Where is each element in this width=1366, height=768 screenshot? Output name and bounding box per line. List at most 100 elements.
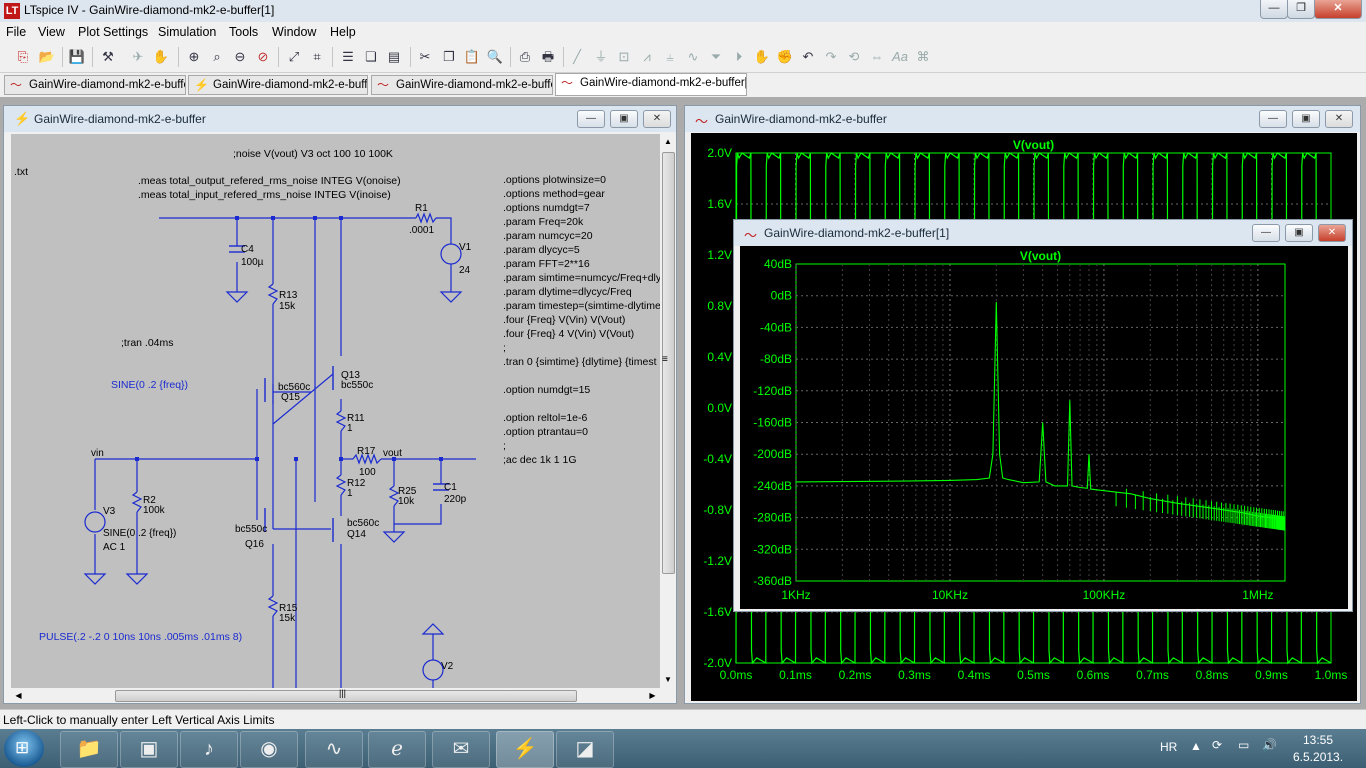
fft-plot[interactable]: 40dB 0dB -40dB -80dB -120dB -160dB -200dB -240d… — [740, 246, 1348, 609]
new-schematic-icon[interactable]: ⎘ — [14, 48, 32, 66]
component-icon[interactable]: ⏵ — [730, 48, 748, 66]
print-icon[interactable]: 🖶 — [539, 48, 557, 66]
fft-maximize-button[interactable]: ▣ — [1285, 224, 1313, 242]
redo-icon[interactable]: ↷ — [822, 48, 840, 66]
capacitor-icon[interactable]: ⫨ — [661, 48, 679, 66]
directive-line: .param numcyc=20 — [503, 230, 593, 242]
windows-start-icon[interactable]: ⊞ — [4, 730, 44, 767]
waveform-close-button[interactable]: ✕ — [1325, 110, 1353, 128]
y-tick-label: 1.6V — [707, 197, 732, 211]
display-icon[interactable]: ▭ — [1238, 738, 1249, 752]
tab-waveform-1[interactable]: 〜 GainWire-diamond-mk2-e-buffer — [4, 75, 186, 95]
schematic-canvas[interactable]: ;noise V(vout) V3 oct 100 10 100K .txt .… — [11, 134, 660, 688]
text-icon[interactable]: Aa — [891, 48, 909, 66]
notes-icon[interactable]: ✉ — [432, 731, 490, 768]
y-tick-label: -1.6V — [703, 605, 732, 619]
zoom-in-icon[interactable]: ⊕ — [185, 48, 203, 66]
tab-waveform-2[interactable]: 〜 GainWire-diamond-mk2-e-buffer — [371, 75, 553, 95]
zoom-out-icon[interactable]: ⊖ — [231, 48, 249, 66]
directive-line: ; — [503, 440, 506, 452]
zoom-cancel-icon[interactable]: ⊘ — [254, 48, 272, 66]
clock-time[interactable]: 13:55 — [1303, 733, 1333, 747]
menu-plot-settings[interactable]: Plot Settings — [78, 25, 148, 39]
fft-y-tick-label: -160dB — [753, 416, 792, 430]
cascade-icon[interactable]: ❏ — [362, 48, 380, 66]
move-icon[interactable]: ✋ — [753, 48, 771, 66]
tray-arrow-icon[interactable]: ▲ — [1190, 739, 1202, 753]
scroll-left-arrow-icon[interactable]: ◀ — [11, 688, 26, 703]
fft-minimize-button[interactable]: — — [1252, 224, 1280, 242]
schematic-drawing: ;noise V(vout) V3 oct 100 10 100K .txt .… — [14, 148, 660, 688]
menu-window[interactable]: Window — [272, 25, 316, 39]
diode-icon[interactable]: ⏷ — [707, 48, 725, 66]
fit-icon[interactable]: ⌗ — [308, 48, 326, 66]
open-folder-icon[interactable]: 📂 — [38, 48, 56, 66]
resistor-icon[interactable]: ⩘ — [638, 48, 656, 66]
svg-text:R13: R13 — [279, 290, 298, 301]
network-icon[interactable]: ⟳ — [1212, 738, 1222, 752]
menu-view[interactable]: View — [38, 25, 65, 39]
close-button[interactable]: ✕ — [1314, 0, 1362, 19]
scroll-up-arrow-icon[interactable]: ▲ — [660, 134, 676, 150]
run-icon[interactable]: ✈ — [129, 48, 147, 66]
ltspice-icon[interactable]: ⚡ — [496, 731, 554, 768]
svg-text:Q16: Q16 — [245, 539, 264, 550]
x-tick-label: 0.7ms — [1136, 668, 1169, 682]
scope-icon[interactable]: ∿ — [305, 731, 363, 768]
tab-schematic[interactable]: ⚡ GainWire-diamond-mk2-e-buffer — [188, 75, 368, 95]
label-net-icon[interactable]: ⊡ — [615, 48, 633, 66]
mirror-icon[interactable]: ⇔ — [868, 48, 886, 66]
schematic-close-button[interactable]: ✕ — [643, 110, 671, 128]
spice-directive-icon[interactable]: ⌘ — [914, 48, 932, 66]
explorer-icon[interactable]: 📁 — [60, 731, 118, 768]
tab-waveform-active[interactable]: 〜 GainWire-diamond-mk2-e-buffer[1] — [555, 73, 747, 96]
print-setup-icon[interactable]: ⎙ — [516, 48, 534, 66]
save-icon[interactable]: 💾 — [68, 48, 86, 66]
cut-icon[interactable]: ✂ — [416, 48, 434, 66]
halt-icon[interactable]: ✋ — [152, 48, 170, 66]
clock-date[interactable]: 6.5.2013. — [1293, 750, 1343, 764]
ie-icon[interactable]: ℯ — [368, 731, 426, 768]
fft-title-bar: 〜 GainWire-diamond-mk2-e-buffer[1] — ▣ ✕ — [734, 220, 1352, 246]
schematic-horizontal-scrollbar[interactable]: ◀ ||| ▶ — [11, 688, 660, 703]
sound-icon[interactable]: ♪ — [180, 731, 238, 768]
minimize-button[interactable]: — — [1260, 0, 1288, 19]
control-panel-icon[interactable]: ⚒ — [99, 48, 117, 66]
menu-simulation[interactable]: Simulation — [158, 25, 216, 39]
volume-icon[interactable]: 🔊 — [1262, 738, 1277, 752]
fft-close-button[interactable]: ✕ — [1318, 224, 1346, 242]
tile-horizontal-icon[interactable]: ☰ — [339, 48, 357, 66]
y-tick-label: -0.4V — [703, 452, 732, 466]
maximize-button[interactable]: ❐ — [1287, 0, 1315, 19]
meas-input: .meas total_input_refered_rms_noise INTE… — [138, 189, 391, 201]
copy-icon[interactable]: ❐ — [440, 48, 458, 66]
scroll-down-arrow-icon[interactable]: ▼ — [660, 672, 676, 688]
menu-file[interactable]: File — [6, 25, 26, 39]
media-icon[interactable]: ▣ — [120, 731, 178, 768]
scroll-right-arrow-icon[interactable]: ▶ — [645, 688, 660, 703]
torrent-icon[interactable]: ◉ — [240, 731, 298, 768]
schematic-vertical-scrollbar[interactable]: ▲ ≡ ▼ — [660, 134, 676, 688]
autorange-icon[interactable]: ⤢ — [285, 48, 303, 66]
paste-icon[interactable]: 📋 — [463, 48, 481, 66]
waveform-maximize-button[interactable]: ▣ — [1292, 110, 1320, 128]
undo-icon[interactable]: ↶ — [799, 48, 817, 66]
menu-tools[interactable]: Tools — [229, 25, 258, 39]
pan-icon[interactable]: ⌕ — [208, 48, 226, 66]
drag-icon[interactable]: ✊ — [776, 48, 794, 66]
menu-help[interactable]: Help — [330, 25, 356, 39]
inductor-icon[interactable]: ∿ — [684, 48, 702, 66]
schematic-minimize-button[interactable]: — — [577, 110, 605, 128]
directive-line: .param dlytime=dlycyc/Freq — [503, 286, 632, 298]
find-icon[interactable]: 🔍 — [486, 48, 504, 66]
paint-icon[interactable]: ◪ — [556, 731, 614, 768]
schematic-maximize-button[interactable]: ▣ — [610, 110, 638, 128]
ground-icon[interactable]: ⏚ — [592, 48, 610, 66]
fft-x-tick-label: 10KHz — [932, 588, 968, 602]
svg-text:Q14: Q14 — [347, 529, 366, 540]
language-indicator[interactable]: HR — [1160, 740, 1177, 754]
wire-icon[interactable]: ╱ — [568, 48, 586, 66]
tile-vertical-icon[interactable]: ▤ — [385, 48, 403, 66]
waveform-minimize-button[interactable]: — — [1259, 110, 1287, 128]
rotate-icon[interactable]: ⟲ — [845, 48, 863, 66]
